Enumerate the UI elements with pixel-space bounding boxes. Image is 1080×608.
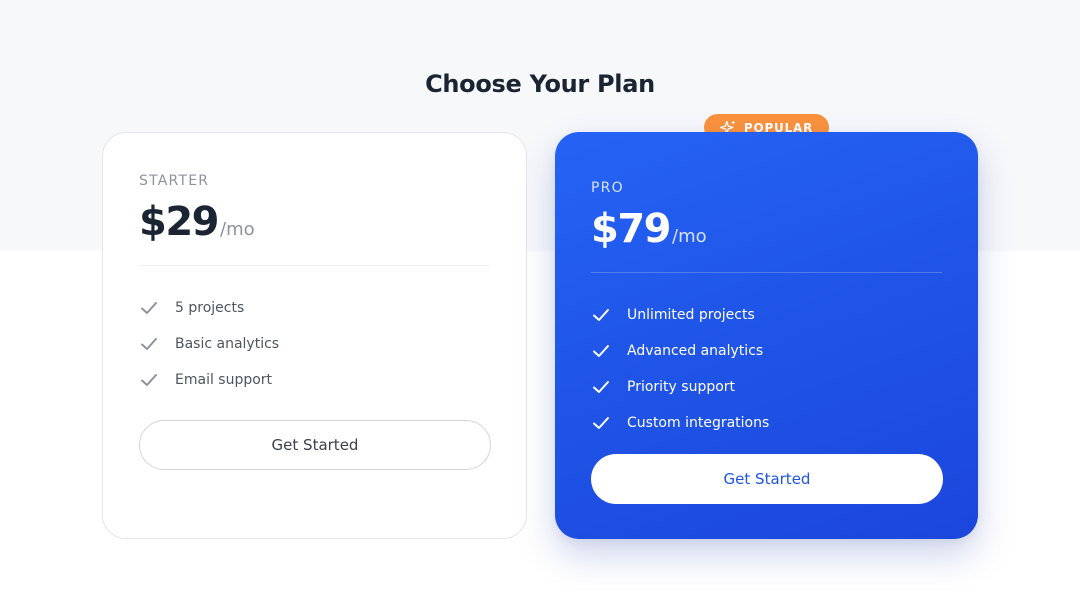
feature-item: Unlimited projects xyxy=(591,297,769,333)
price-amount: $79 xyxy=(591,206,672,252)
plan-price: $29 /mo xyxy=(139,199,255,245)
feature-label: Custom integrations xyxy=(627,415,770,431)
page-title: Choose Your Plan xyxy=(425,70,655,98)
feature-list: Unlimited projects Advanced analytics Pr… xyxy=(591,297,769,441)
check-icon xyxy=(139,334,159,354)
price-period: /mo xyxy=(672,226,707,247)
divider xyxy=(139,265,490,266)
plan-name: PRO xyxy=(591,180,624,196)
price-period: /mo xyxy=(220,219,255,240)
plan-price: $79 /mo xyxy=(591,206,707,252)
check-icon xyxy=(139,370,159,390)
get-started-button-starter[interactable]: Get Started xyxy=(139,420,491,470)
get-started-button-pro[interactable]: Get Started xyxy=(591,454,943,504)
check-icon xyxy=(591,413,611,433)
feature-label: Unlimited projects xyxy=(627,307,755,323)
feature-label: Advanced analytics xyxy=(627,343,764,359)
plan-card-starter: STARTER $29 /mo 5 projects Basic analyti… xyxy=(102,132,527,539)
feature-item: Basic analytics xyxy=(139,326,279,362)
feature-item: Priority support xyxy=(591,369,769,405)
price-amount: $29 xyxy=(139,199,220,245)
feature-list: 5 projects Basic analytics Email support xyxy=(139,290,279,398)
plan-card-pro: PRO $79 /mo Unlimited projects Advanced … xyxy=(555,132,978,539)
feature-item: Advanced analytics xyxy=(591,333,769,369)
check-icon xyxy=(139,298,159,318)
check-icon xyxy=(591,377,611,397)
feature-label: Email support xyxy=(175,372,273,388)
feature-label: 5 projects xyxy=(175,300,245,316)
feature-item: 5 projects xyxy=(139,290,279,326)
check-icon xyxy=(591,341,611,361)
plan-name: STARTER xyxy=(139,173,210,189)
feature-item: Email support xyxy=(139,362,279,398)
check-icon xyxy=(591,305,611,325)
pricing-page: Choose Your Plan STARTER $29 /mo 5 proje… xyxy=(0,0,1080,608)
feature-item: Custom integrations xyxy=(591,405,769,441)
feature-label: Basic analytics xyxy=(175,336,280,352)
divider xyxy=(591,272,942,273)
feature-label: Priority support xyxy=(627,379,736,395)
